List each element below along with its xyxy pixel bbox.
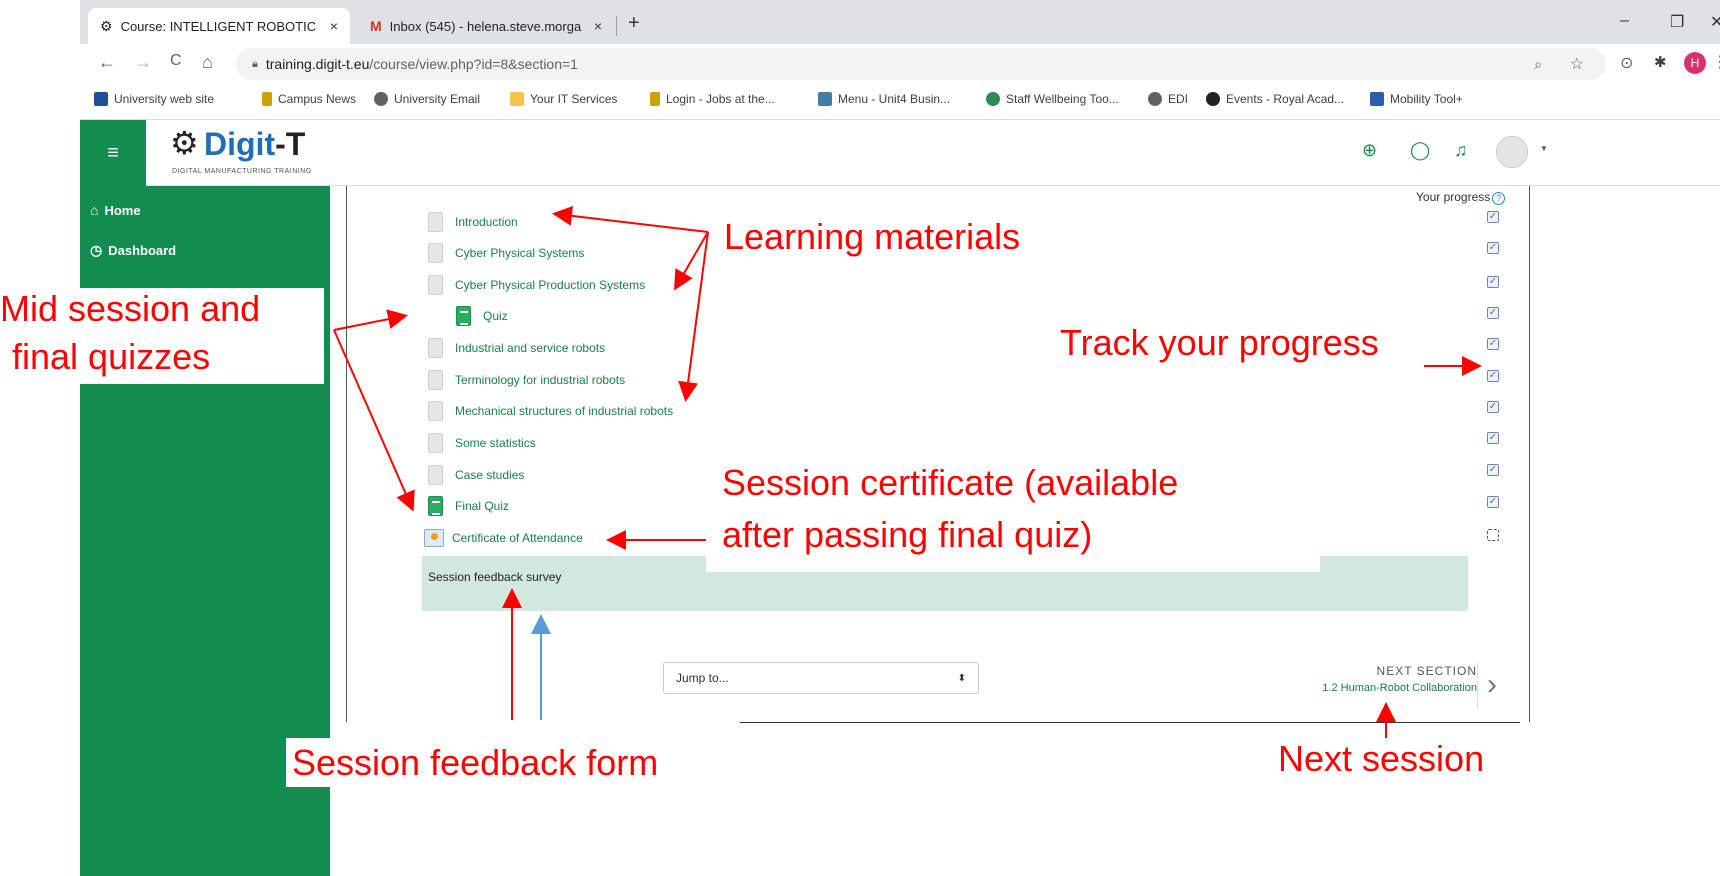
arrow-to-final-quiz xyxy=(333,329,415,512)
arrow-to-mechanical-structures xyxy=(678,231,709,402)
arrow-to-quiz xyxy=(333,309,408,331)
screenshot: ⚙ Course: INTELLIGENT ROBOTICS × M Inbox… xyxy=(0,0,1720,876)
annotation-arrows xyxy=(333,205,1482,738)
arrow-to-introduction xyxy=(552,205,709,233)
arrow-to-production-systems xyxy=(673,231,709,291)
